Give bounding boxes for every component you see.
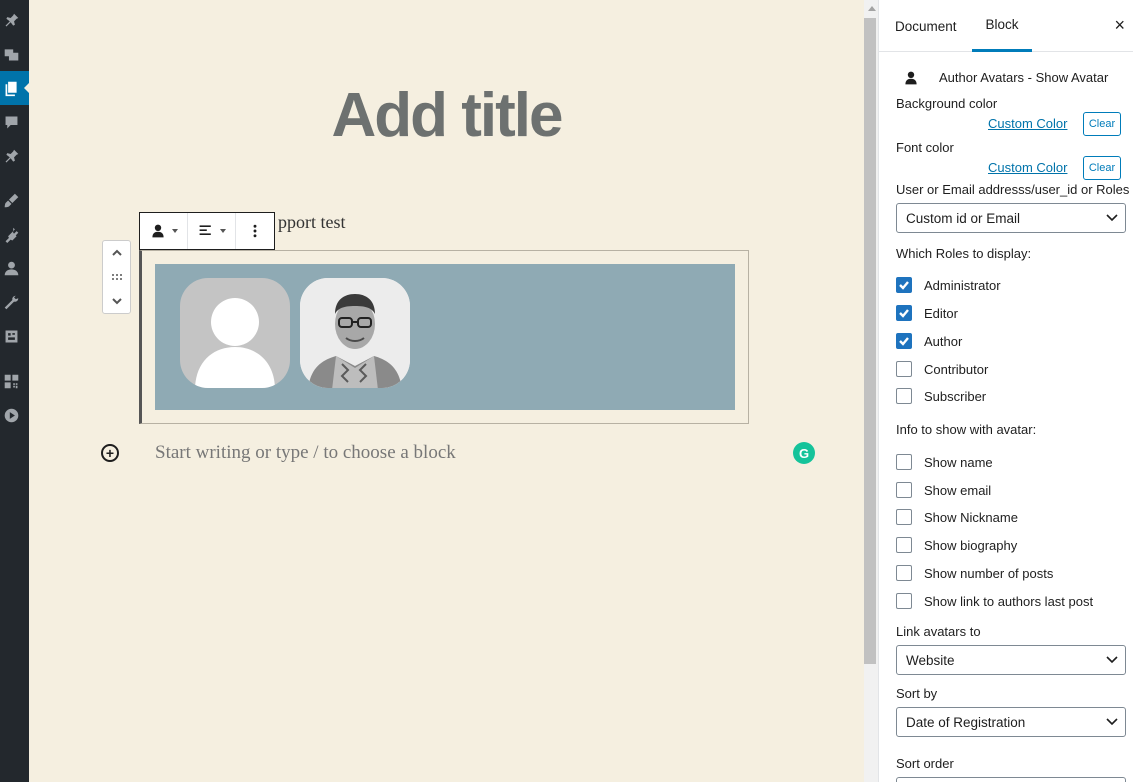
sort-order-label: Sort order bbox=[896, 756, 954, 771]
info-show-email[interactable]: Show email bbox=[896, 481, 991, 499]
tools-icon[interactable] bbox=[0, 285, 29, 319]
more-options-button[interactable] bbox=[236, 213, 274, 249]
info-show-biography[interactable]: Show biography bbox=[896, 536, 1017, 554]
user-or-email-select[interactable]: Custom id or Email bbox=[896, 203, 1126, 233]
block-name: Author Avatars - Show Avatar bbox=[939, 70, 1109, 85]
role-editor[interactable]: Editor bbox=[896, 304, 958, 322]
tab-document[interactable]: Document bbox=[895, 0, 957, 52]
admin-sidebar bbox=[0, 0, 30, 782]
move-up-icon[interactable] bbox=[111, 247, 123, 259]
paragraph-text[interactable]: pport test bbox=[278, 212, 346, 233]
pages-icon[interactable] bbox=[0, 71, 30, 105]
info-show-number-of-posts[interactable]: Show number of posts bbox=[896, 564, 1053, 582]
grammarly-icon[interactable]: G bbox=[793, 442, 815, 464]
chevron-down-icon bbox=[1106, 718, 1118, 726]
role-author[interactable]: Author bbox=[896, 332, 962, 350]
font-custom-color-link[interactable]: Custom Color bbox=[988, 160, 1067, 175]
align-button[interactable] bbox=[188, 213, 236, 249]
person-icon bbox=[905, 71, 917, 85]
info-show-name[interactable]: Show name bbox=[896, 453, 993, 471]
role-administrator[interactable]: Administrator bbox=[896, 276, 1001, 294]
checkbox[interactable] bbox=[896, 454, 912, 470]
tab-block[interactable]: Block bbox=[972, 0, 1032, 52]
info-show-link-last-post[interactable]: Show link to authors last post bbox=[896, 592, 1093, 610]
font-color-label: Font color bbox=[896, 140, 954, 155]
settings-icon[interactable] bbox=[0, 319, 29, 353]
checkbox[interactable] bbox=[896, 565, 912, 581]
post-title[interactable]: Add title bbox=[29, 80, 864, 151]
block-placeholder[interactable]: Start writing or type / to choose a bloc… bbox=[155, 442, 456, 464]
chevron-down-icon bbox=[1106, 656, 1118, 664]
check-icon bbox=[899, 281, 909, 290]
checkbox[interactable] bbox=[896, 333, 912, 349]
plugins-icon[interactable] bbox=[0, 217, 29, 251]
checkbox[interactable] bbox=[896, 305, 912, 321]
chevron-down-icon bbox=[219, 229, 226, 233]
sort-order-select[interactable] bbox=[896, 777, 1126, 782]
comments-icon[interactable] bbox=[0, 105, 29, 139]
background-clear-button[interactable]: Clear bbox=[1083, 112, 1121, 136]
info-show-nickname[interactable]: Show Nickname bbox=[896, 508, 1018, 526]
blocks-icon[interactable] bbox=[0, 364, 29, 398]
sort-by-select[interactable]: Date of Registration bbox=[896, 707, 1126, 737]
users-icon[interactable] bbox=[0, 251, 29, 285]
checkbox[interactable] bbox=[896, 388, 912, 404]
sidebar-header: Document Block × bbox=[879, 0, 1133, 52]
media-icon[interactable] bbox=[0, 37, 29, 71]
pin-icon[interactable] bbox=[0, 139, 29, 173]
align-left-icon bbox=[199, 225, 211, 235]
check-icon bbox=[899, 337, 909, 346]
block-mover bbox=[102, 240, 131, 314]
checkbox[interactable] bbox=[896, 277, 912, 293]
block-card: Author Avatars - Show Avatar bbox=[879, 64, 1133, 94]
sort-by-label: Sort by bbox=[896, 686, 938, 701]
link-avatars-label: Link avatars to bbox=[896, 624, 981, 639]
font-clear-button[interactable]: Clear bbox=[1083, 156, 1121, 180]
author-avatars-block[interactable] bbox=[155, 264, 735, 410]
appearance-icon[interactable] bbox=[0, 183, 29, 217]
avatar-photo[interactable] bbox=[300, 278, 410, 388]
user-or-email-label: User or Email addresss/user_id or Roles bbox=[896, 182, 1130, 197]
background-custom-color-link[interactable]: Custom Color bbox=[988, 116, 1067, 131]
role-subscriber[interactable]: Subscriber bbox=[896, 387, 986, 405]
close-sidebar-button[interactable]: × bbox=[1114, 16, 1125, 34]
background-color-label: Background color bbox=[896, 96, 998, 111]
move-down-icon[interactable] bbox=[111, 295, 123, 307]
posts-pin-icon[interactable] bbox=[0, 3, 29, 37]
block-type-switcher[interactable] bbox=[140, 213, 188, 249]
media-play-icon[interactable] bbox=[0, 398, 29, 432]
chevron-down-icon bbox=[171, 229, 178, 233]
drag-handle-icon[interactable] bbox=[111, 271, 123, 283]
checkbox[interactable] bbox=[896, 509, 912, 525]
person-icon bbox=[151, 224, 164, 238]
check-icon bbox=[899, 309, 909, 318]
avatar-placeholder[interactable] bbox=[180, 278, 290, 388]
checkbox[interactable] bbox=[896, 537, 912, 553]
more-vertical-icon bbox=[253, 224, 257, 238]
checkbox[interactable] bbox=[896, 361, 912, 377]
chevron-down-icon bbox=[1106, 214, 1118, 222]
info-label: Info to show with avatar: bbox=[896, 422, 1037, 437]
checkbox[interactable] bbox=[896, 593, 912, 609]
block-toolbar bbox=[139, 212, 275, 250]
close-icon: × bbox=[1114, 15, 1125, 35]
role-contributor[interactable]: Contributor bbox=[896, 360, 988, 378]
link-avatars-select[interactable]: Website bbox=[896, 645, 1126, 675]
block-inserter-button[interactable]: + bbox=[101, 444, 119, 462]
scroll-up-arrow-icon[interactable] bbox=[868, 6, 876, 11]
editor-scrollbar-thumb[interactable] bbox=[864, 18, 876, 664]
plus-icon: + bbox=[105, 445, 115, 461]
checkbox[interactable] bbox=[896, 482, 912, 498]
roles-label: Which Roles to display: bbox=[896, 246, 1032, 261]
